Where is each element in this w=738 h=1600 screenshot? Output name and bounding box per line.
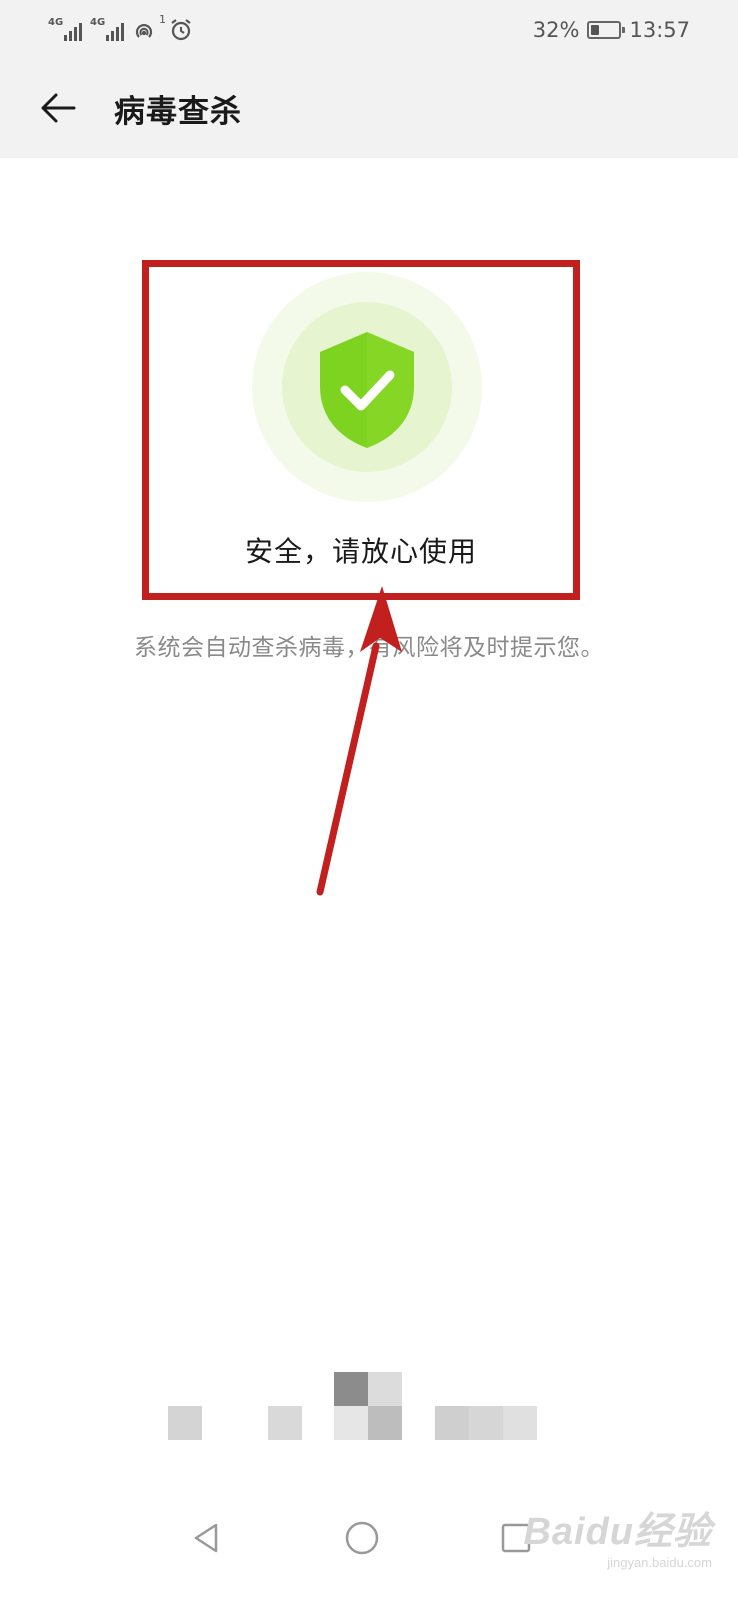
triangle-back-icon	[194, 1523, 218, 1553]
battery-level	[591, 25, 600, 35]
pixel-block	[469, 1406, 503, 1440]
status-left-icons: 4G 4G 1	[48, 13, 194, 46]
notification-count: 1	[159, 13, 166, 26]
nav-back-button[interactable]	[176, 1508, 236, 1568]
signal-icon: 4G	[90, 17, 124, 43]
status-message: 安全，请放心使用	[244, 535, 477, 568]
pixel-block	[168, 1406, 202, 1440]
app-bar: 病毒查杀	[0, 60, 738, 158]
network-type-label: 4G	[90, 17, 106, 28]
annotation-arrow	[316, 586, 402, 896]
back-button[interactable]	[28, 78, 88, 138]
hotspot-icon: 1	[132, 13, 166, 43]
security-status-card: 安全，请放心使用	[142, 260, 580, 600]
signal-icon: 4G	[48, 17, 82, 43]
pixel-block	[334, 1372, 368, 1406]
pixel-block	[334, 1406, 368, 1440]
battery-percent: 32%	[532, 18, 580, 42]
watermark-brand: Baidu经验	[523, 1511, 712, 1553]
nav-home-button[interactable]	[332, 1508, 392, 1568]
watermark-url: jingyan.baidu.com	[607, 1555, 712, 1570]
alarm-icon	[168, 17, 194, 43]
status-right: 32% 13:57	[533, 14, 690, 46]
battery-icon	[587, 21, 626, 39]
circle-home-icon	[345, 1521, 379, 1555]
pixel-block	[368, 1372, 402, 1406]
back-arrow-icon	[41, 93, 76, 123]
page-title: 病毒查杀	[114, 94, 242, 130]
watermark: Baidu经验 jingyan.baidu.com	[523, 1500, 712, 1570]
shield-check-icon	[320, 332, 414, 448]
status-bar: 4G 4G 1 32% 13:57	[0, 0, 738, 60]
pixel-block	[435, 1406, 469, 1440]
pixel-block	[268, 1406, 302, 1440]
pixel-block	[368, 1406, 402, 1440]
network-type-label: 4G	[48, 17, 64, 28]
clock: 13:57	[629, 18, 690, 42]
pixel-block	[503, 1406, 537, 1440]
